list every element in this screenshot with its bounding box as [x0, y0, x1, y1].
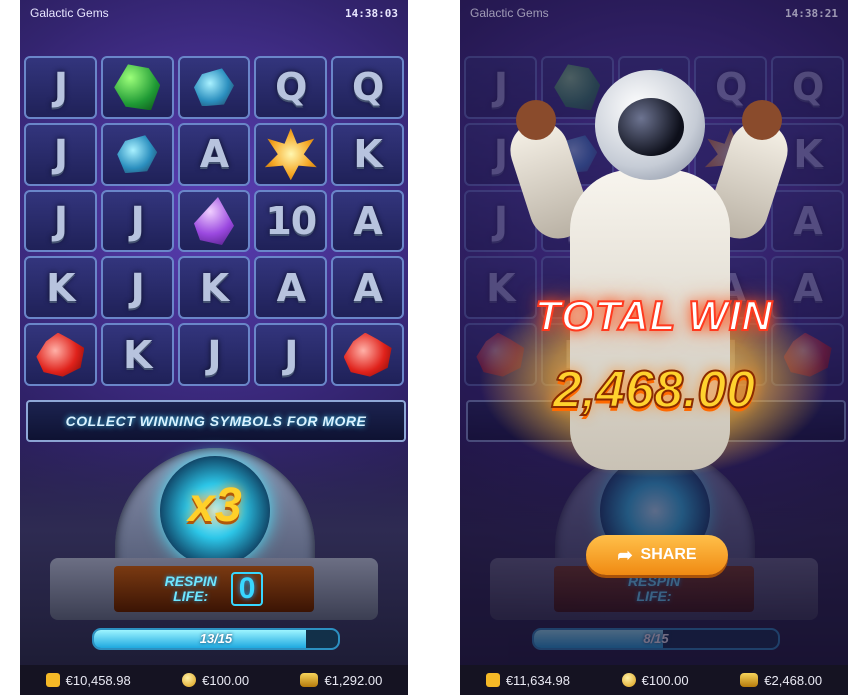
thumbs-up-icon	[516, 100, 556, 140]
blue-gem-icon	[117, 135, 158, 174]
reel-grid: J Q Q J A K J J 10 A K J K A A K J J	[24, 56, 404, 386]
balance-value: €11,634.98	[505, 672, 570, 688]
win-icon	[740, 673, 759, 687]
red-gem-icon	[343, 332, 392, 377]
win-value: €2,468.00	[764, 672, 823, 688]
balance[interactable]: €11,634.98	[485, 672, 570, 688]
visor	[618, 98, 684, 156]
info-banner: COLLECT WINNING SYMBOLS FOR MORE	[26, 400, 406, 442]
bet[interactable]: €100.00	[182, 673, 249, 688]
multiplier-display: x3	[188, 479, 242, 532]
gold-gem-icon	[264, 128, 317, 181]
symbol-gem-gold	[254, 122, 328, 186]
symbol-gem-red	[24, 323, 97, 386]
share-label: SHARE	[640, 546, 697, 563]
balance-value: €10,458.98	[65, 672, 131, 688]
bottom-bar: €10,458.98 €100.00 €1,292.00	[20, 665, 408, 695]
win: €2,468.00	[740, 673, 822, 688]
symbol-letter: J	[100, 189, 174, 253]
symbol-letter: J	[177, 323, 251, 386]
symbol-gem-red	[331, 323, 404, 386]
symbol-letter: J	[24, 122, 97, 186]
game-screen-right: Galactic Gems 14:38:21 JQQJAKJJ10AKJKAAK…	[460, 0, 848, 695]
symbol-letter: K	[331, 122, 404, 186]
respin-life-value: 0	[230, 572, 264, 606]
symbol-letter: J	[100, 256, 174, 320]
symbol-letter: Q	[331, 56, 404, 119]
total-win-title: TOTAL WIN	[534, 291, 773, 340]
coin-icon	[182, 673, 197, 687]
symbol-letter: J	[254, 323, 328, 386]
symbol-letter: K	[100, 323, 174, 386]
respin-pipe: RESPIN LIFE: 0	[50, 558, 378, 620]
share-arrow-icon: ➦	[617, 544, 633, 565]
respin-machine: x3 RESPIN LIFE: 0 13/15	[20, 438, 408, 668]
red-gem-icon	[36, 332, 85, 377]
respin-progress-bar: 13/15	[92, 628, 340, 650]
symbol-letter: K	[24, 256, 97, 320]
respin-panel: RESPIN LIFE: 0	[114, 566, 314, 612]
win-value: €1,292.00	[324, 672, 383, 688]
bet[interactable]: €100.00	[621, 672, 689, 688]
respin-life-label: RESPIN LIFE:	[164, 573, 217, 604]
top-bar: Galactic Gems 14:38:03	[20, 0, 408, 26]
progress-text: 13/15	[199, 631, 233, 646]
symbol-letter: A	[177, 122, 251, 186]
clock: 14:38:03	[345, 6, 398, 20]
symbol-letter: K	[177, 256, 251, 320]
symbol-gem-blue	[100, 122, 174, 186]
share-button[interactable]: ➦ SHARE	[586, 535, 728, 575]
symbol-letter: 10	[254, 189, 328, 253]
green-gem-icon	[114, 64, 161, 111]
game-screen-left: Galactic Gems 14:38:03 J Q Q J A K J J 10 A K J K A A K…	[20, 0, 408, 695]
blue-gem-icon	[193, 68, 234, 107]
wallet-icon	[485, 673, 500, 687]
coin-icon	[621, 673, 636, 687]
symbol-letter: J	[24, 189, 97, 253]
purple-gem-icon	[193, 196, 234, 245]
bet-value: €100.00	[641, 672, 689, 688]
bottom-bar: €11,634.98 €100.00 €2,468.00	[460, 665, 848, 695]
bet-value: €100.00	[202, 672, 250, 688]
game-title: Galactic Gems	[30, 6, 109, 20]
win: €1,292.00	[300, 673, 382, 688]
total-win-amount: 2,468.00	[552, 360, 756, 420]
win-icon	[300, 673, 319, 687]
symbol-gem-green	[100, 56, 174, 119]
balance[interactable]: €10,458.98	[45, 672, 131, 688]
wallet-icon	[45, 673, 60, 687]
thumbs-up-icon	[742, 100, 782, 140]
symbol-gem-blue	[177, 56, 251, 119]
symbol-letter: A	[331, 189, 404, 253]
symbol-letter: Q	[254, 56, 328, 119]
symbol-letter: A	[254, 256, 328, 320]
symbol-letter: A	[331, 256, 404, 320]
symbol-letter: J	[24, 56, 97, 119]
symbol-gem-purple	[177, 189, 251, 253]
